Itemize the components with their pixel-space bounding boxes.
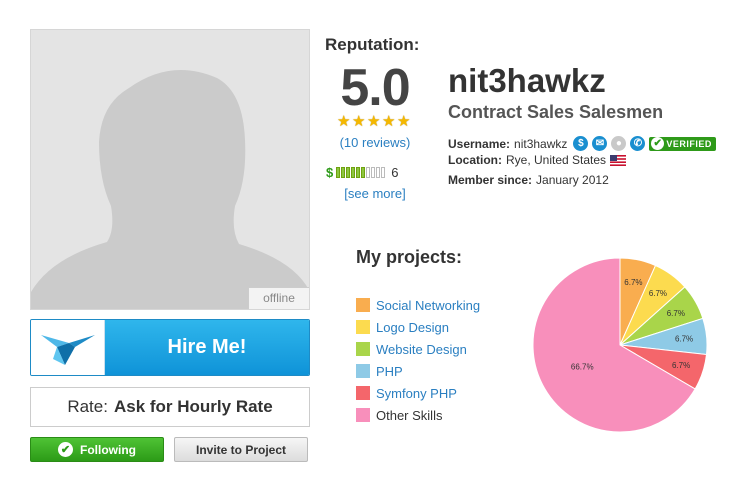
avatar-silhouette [31, 30, 309, 309]
username-row: Username: nit3hawkz $ ✉ ● ✆ ✔ VERIFIED [448, 136, 716, 151]
member-since-label: Member since: [448, 173, 533, 187]
rate-value: Ask for Hourly Rate [113, 397, 273, 416]
verified-check-icon: ✔ [651, 137, 665, 150]
star-icon: ★ [352, 113, 366, 130]
hourly-rate-box: Rate: Ask for Hourly Rate [30, 387, 310, 427]
see-more-link[interactable]: [see more] [325, 186, 425, 201]
earnings-meter: $ 6 [326, 165, 398, 180]
earnings-level: 6 [391, 165, 399, 180]
payment-verified-icon: $ [573, 136, 589, 151]
reputation-score: 5.0 [340, 59, 410, 117]
username-label: Username: [448, 136, 511, 151]
legend-swatch [356, 408, 370, 422]
legend-item[interactable]: Symfony PHP [356, 382, 480, 404]
verified-label: VERIFIED [666, 138, 712, 149]
legend-item: Other Skills [356, 404, 480, 426]
hire-me-button[interactable]: Hire Me! [30, 319, 310, 376]
hire-me-label: Hire Me! [105, 320, 309, 375]
invite-to-project-button[interactable]: Invite to Project [174, 437, 308, 462]
legend-swatch [356, 298, 370, 312]
earnings-bar [341, 167, 346, 178]
profile-name: nit3hawkz [448, 62, 606, 99]
location-label: Location: [448, 153, 502, 167]
following-button[interactable]: ✔ Following [30, 437, 164, 462]
pie-slice-label: 6.7% [672, 361, 690, 370]
legend-item[interactable]: Website Design [356, 338, 480, 360]
star-icon: ★ [367, 113, 381, 130]
legend-label: Other Skills [376, 407, 443, 423]
legend-label[interactable]: Website Design [376, 342, 467, 357]
freelancer-logo-icon [31, 320, 105, 375]
profile-title: Contract Sales Salesmen [448, 102, 664, 122]
earnings-bar [366, 167, 371, 178]
legend-swatch [356, 320, 370, 334]
verified-badge: ✔ VERIFIED [649, 136, 716, 151]
legend-swatch [356, 364, 370, 378]
following-label: Following [80, 442, 136, 457]
pie-slice-label: 66.7% [571, 363, 594, 372]
earnings-bar [381, 167, 386, 178]
earnings-bar [361, 167, 366, 178]
checkmark-icon: ✔ [58, 442, 73, 457]
legend-item[interactable]: PHP [356, 360, 480, 382]
pie-slice-label: 6.7% [624, 278, 642, 287]
legend-item[interactable]: Logo Design [356, 316, 480, 338]
invite-label: Invite to Project [195, 442, 287, 457]
location-row: Location: Rye, United States [448, 153, 627, 167]
star-rating: ★ ★ ★ ★ ★ [337, 113, 411, 130]
legend-swatch [356, 386, 370, 400]
member-since-row: Member since: January 2012 [448, 173, 609, 187]
location-value: Rye, United States [506, 153, 607, 167]
earnings-bar [351, 167, 356, 178]
member-since-value: January 2012 [536, 173, 609, 187]
earnings-bar [346, 167, 351, 178]
pie-slice-label: 6.7% [675, 335, 693, 344]
status-badge: offline [248, 287, 309, 309]
star-icon: ★ [337, 113, 351, 130]
projects-title: My projects: [356, 247, 463, 267]
legend-item[interactable]: Social Networking [356, 294, 480, 316]
earnings-bar [356, 167, 361, 178]
email-verified-icon: ✉ [592, 136, 608, 151]
earnings-bars [336, 167, 386, 178]
projects-legend: Social Networking Logo Design Website Desi… [356, 294, 480, 426]
pie-slice-label: 6.7% [667, 309, 685, 318]
dollar-icon: $ [326, 165, 334, 180]
legend-label[interactable]: PHP [376, 364, 403, 379]
projects-pie-chart: 6.7% 6.7% 6.7% 6.7% 6.7% 66.7% [532, 257, 708, 433]
rate-prefix: Rate: [67, 397, 108, 416]
star-icon: ★ [382, 113, 396, 130]
phone-verified-icon: ✆ [630, 136, 646, 151]
username-value: nit3hawkz [514, 136, 568, 151]
legend-label[interactable]: Symfony PHP [376, 386, 457, 401]
reviews-link[interactable]: (10 reviews) [325, 135, 425, 150]
legend-label[interactable]: Social Networking [376, 298, 480, 313]
star-icon: ★ [397, 113, 411, 130]
earnings-bar [371, 167, 376, 178]
profile-verified-icon: ● [611, 136, 627, 151]
earnings-bar [376, 167, 381, 178]
profile-avatar: offline [30, 29, 310, 310]
earnings-bar [336, 167, 341, 178]
legend-label[interactable]: Logo Design [376, 320, 449, 335]
reputation-label: Reputation: [325, 35, 420, 54]
legend-swatch [356, 342, 370, 356]
pie-slice-label: 6.7% [649, 289, 667, 298]
us-flag-icon [610, 154, 627, 166]
